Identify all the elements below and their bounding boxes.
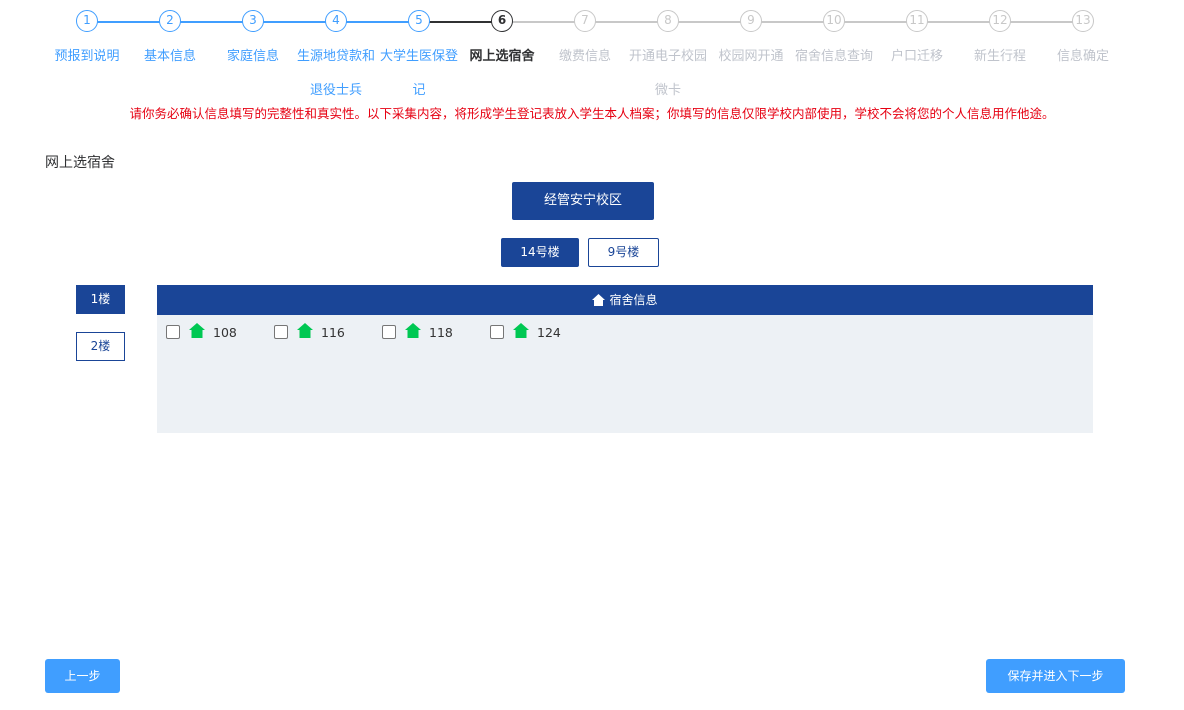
dorm-info-panel: 宿舍信息 108 116 118 124	[157, 285, 1093, 433]
step-3[interactable]: 3 家庭信息	[208, 10, 298, 74]
room-item[interactable]: 118	[382, 322, 453, 342]
room-list: 108 116 118 124	[157, 315, 1093, 433]
step-label: 基本信息	[143, 49, 196, 64]
step-number: 11	[906, 10, 928, 32]
room-number: 116	[321, 324, 345, 340]
step-2[interactable]: 2 基本信息	[125, 10, 215, 74]
step-number: 10	[823, 10, 845, 32]
step-5[interactable]: 5 大学生医保登记	[374, 10, 464, 108]
step-label: 户口迁移	[890, 49, 943, 64]
step-12[interactable]: 12 新生行程	[955, 10, 1045, 74]
step-number: 3	[242, 10, 264, 32]
step-number: 7	[574, 10, 596, 32]
room-number: 108	[213, 324, 237, 340]
page-title: 网上选宿舍	[45, 155, 115, 171]
step-label: 生源地贷款和退役士兵	[296, 49, 375, 98]
step-1[interactable]: 1 预报到说明	[42, 10, 132, 74]
step-label: 宿舍信息查询	[794, 49, 873, 64]
house-icon	[189, 322, 205, 342]
step-number: 4	[325, 10, 347, 32]
house-icon	[592, 287, 606, 317]
notice-text: 请你务必确认信息填写的完整性和真实性。以下采集内容，将形成学生登记表放入学生本人…	[129, 106, 1055, 121]
step-label: 新生行程	[973, 49, 1026, 64]
step-4[interactable]: 4 生源地贷款和退役士兵	[291, 10, 381, 108]
step-progress: 1 预报到说明 2 基本信息 3 家庭信息 4 生源地贷款和退役士兵 5 大学生…	[0, 10, 1184, 100]
step-label: 大学生医保登记	[379, 49, 458, 98]
room-checkbox[interactable]	[382, 325, 396, 339]
step-7[interactable]: 7 缴费信息	[540, 10, 630, 74]
step-label: 家庭信息	[226, 49, 279, 64]
step-label: 缴费信息	[558, 49, 611, 64]
step-6[interactable]: 6 网上选宿舍	[457, 10, 547, 74]
house-icon	[297, 322, 313, 342]
step-number: 2	[159, 10, 181, 32]
step-number: 12	[989, 10, 1011, 32]
step-number: 9	[740, 10, 762, 32]
step-number: 13	[1072, 10, 1094, 32]
room-number: 124	[537, 324, 561, 340]
dorm-info-title: 宿舍信息	[609, 293, 658, 307]
room-checkbox[interactable]	[166, 325, 180, 339]
room-checkbox[interactable]	[490, 325, 504, 339]
step-label: 信息确定	[1056, 49, 1109, 64]
step-10[interactable]: 10 宿舍信息查询	[789, 10, 879, 74]
step-13[interactable]: 13 信息确定	[1038, 10, 1128, 74]
room-item[interactable]: 108	[166, 322, 237, 342]
step-8[interactable]: 8 开通电子校园微卡	[623, 10, 713, 108]
prev-step-button[interactable]: 上一步	[45, 659, 120, 693]
room-item[interactable]: 124	[490, 322, 561, 342]
room-item[interactable]: 116	[274, 322, 345, 342]
dorm-info-header: 宿舍信息	[157, 285, 1093, 315]
step-9[interactable]: 9 校园网开通	[706, 10, 796, 74]
step-label: 网上选宿舍	[469, 49, 535, 64]
step-number: 5	[408, 10, 430, 32]
building-button-9[interactable]: 9号楼	[588, 238, 659, 267]
room-number: 118	[429, 324, 453, 340]
campus-button[interactable]: 经管安宁校区	[512, 182, 654, 220]
floor-button-2[interactable]: 2楼	[76, 332, 125, 361]
building-button-14[interactable]: 14号楼	[501, 238, 579, 267]
step-label: 预报到说明	[54, 49, 120, 64]
step-number: 1	[76, 10, 98, 32]
step-label: 开通电子校园微卡	[628, 49, 707, 98]
step-number: 8	[657, 10, 679, 32]
step-number: 6	[491, 10, 513, 32]
room-checkbox[interactable]	[274, 325, 288, 339]
step-11[interactable]: 11 户口迁移	[872, 10, 962, 74]
save-next-button[interactable]: 保存并进入下一步	[986, 659, 1125, 693]
house-icon	[405, 322, 421, 342]
house-icon	[513, 322, 529, 342]
step-label: 校园网开通	[718, 49, 784, 64]
floor-button-1[interactable]: 1楼	[76, 285, 125, 314]
